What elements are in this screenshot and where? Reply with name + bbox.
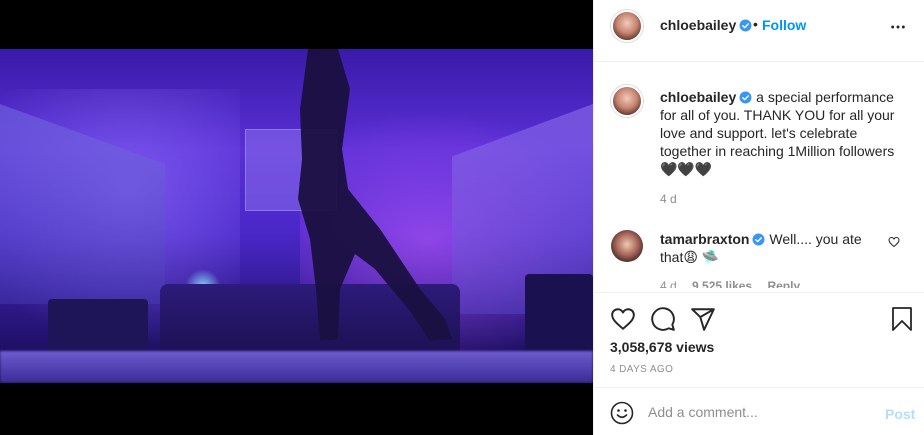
bookmark-icon[interactable]	[890, 306, 914, 332]
commenter-username[interactable]: tamarbraxton	[660, 231, 749, 247]
caption-username[interactable]: chloebailey	[660, 89, 736, 105]
video-player[interactable]	[0, 49, 593, 383]
video-nightstand-right	[525, 274, 593, 359]
post-header: chloebailey • Follow	[594, 0, 924, 62]
comment-meta: 4 d 9,525 likes Reply	[660, 279, 812, 288]
follow-button[interactable]: Follow	[762, 17, 806, 33]
media-panel	[0, 0, 593, 435]
verified-icon	[739, 19, 752, 32]
verified-icon	[753, 233, 765, 246]
caption-text: chloebailey a special performance for al…	[660, 88, 912, 178]
comment-timestamp: 4 d	[660, 279, 677, 288]
comments-list[interactable]: chloebailey a special performance for al…	[594, 62, 924, 288]
share-icon[interactable]	[690, 306, 716, 332]
reply-button[interactable]: Reply	[767, 279, 800, 288]
add-comment-bar: Post	[594, 387, 924, 435]
comment-heart-icon[interactable]	[888, 236, 900, 248]
verified-icon	[739, 91, 752, 104]
caption-avatar[interactable]	[611, 85, 643, 117]
post-actions: 3,058,678 views 4 DAYS AGO	[594, 292, 924, 387]
comment-icon[interactable]	[650, 306, 676, 332]
view-count[interactable]: 3,058,678 views	[610, 339, 714, 355]
post-sidebar: chloebailey • Follow chloebailey a speci…	[593, 0, 924, 435]
dancer-silhouette	[298, 49, 452, 341]
heart-icon[interactable]	[610, 306, 636, 332]
author-avatar[interactable]	[611, 10, 643, 42]
commenter-avatar[interactable]	[611, 230, 643, 262]
post-age: 4 DAYS AGO	[610, 364, 674, 375]
comment-text: tamarbraxton Well.... you ate that😩 🛸	[660, 230, 880, 266]
author-username-text[interactable]: chloebailey	[660, 17, 736, 33]
more-options-icon[interactable]	[890, 19, 906, 35]
caption-timestamp: 4 d	[660, 192, 677, 206]
post-comment-button[interactable]: Post	[885, 406, 915, 422]
header-separator: •	[753, 16, 758, 32]
comment-input[interactable]	[648, 402, 868, 422]
comment-likes[interactable]: 9,525 likes	[692, 279, 752, 288]
author-username[interactable]: chloebailey	[660, 17, 752, 33]
emoji-icon[interactable]	[610, 401, 634, 425]
